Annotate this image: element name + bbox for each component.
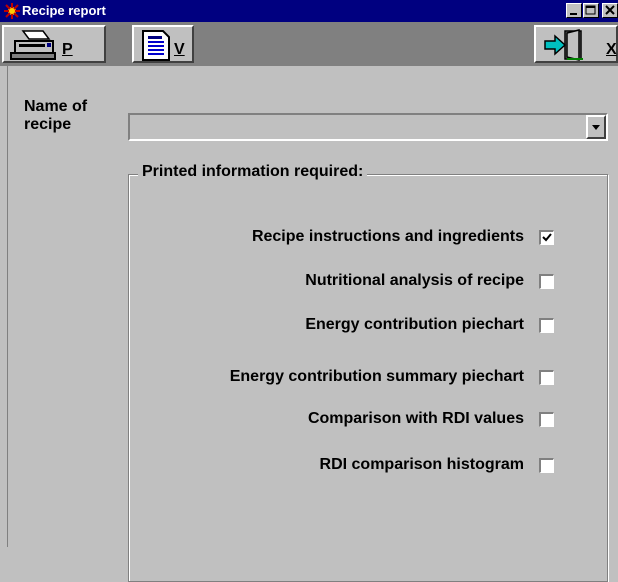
option-label: Comparison with RDI values bbox=[307, 410, 524, 427]
option-label: Recipe instructions and ingredients bbox=[251, 228, 524, 245]
option-rdi-comparison[interactable]: Comparison with RDI values bbox=[130, 409, 560, 431]
maximize-icon bbox=[585, 5, 596, 15]
title-bar[interactable]: Recipe report bbox=[0, 0, 618, 22]
option-rdi-histogram[interactable]: RDI comparison histogram bbox=[130, 455, 560, 477]
option-nutritional-analysis[interactable]: Nutritional analysis of recipe bbox=[130, 271, 560, 293]
option-energy-piechart[interactable]: Energy contribution piechart bbox=[130, 315, 560, 337]
exit-door-icon bbox=[544, 29, 583, 61]
printer-icon bbox=[10, 30, 56, 60]
view-hotkey: V bbox=[174, 41, 185, 58]
maximize-button[interactable] bbox=[583, 3, 599, 18]
close-icon bbox=[605, 5, 615, 15]
dropdown-button[interactable] bbox=[586, 115, 606, 139]
option-label: Nutritional analysis of recipe bbox=[305, 272, 524, 289]
form-area: Name of recipe Printed information requi… bbox=[0, 66, 618, 582]
checkbox[interactable] bbox=[539, 412, 554, 427]
checkbox[interactable] bbox=[539, 458, 554, 473]
view-button[interactable]: V bbox=[132, 25, 194, 63]
option-energy-summary-piechart[interactable]: Energy contribution summary piechart bbox=[130, 367, 560, 389]
print-button[interactable]: P bbox=[2, 25, 106, 63]
exit-hotkey: X bbox=[606, 41, 617, 58]
recipe-name-label-line2: recipe bbox=[24, 116, 72, 133]
recipe-report-window: Recipe report P V X Name of recipe Print… bbox=[0, 0, 618, 582]
checkbox[interactable] bbox=[539, 318, 554, 333]
option-label: Energy contribution piechart bbox=[305, 316, 524, 333]
window-title: Recipe report bbox=[22, 3, 106, 18]
check-icon bbox=[542, 233, 552, 242]
checkbox[interactable] bbox=[539, 370, 554, 385]
recipe-name-label: Name of recipe bbox=[24, 98, 87, 134]
checkbox[interactable] bbox=[539, 274, 554, 289]
checkbox[interactable] bbox=[539, 230, 554, 245]
chevron-down-icon bbox=[592, 125, 600, 130]
close-button[interactable] bbox=[602, 3, 618, 18]
option-recipe-instructions[interactable]: Recipe instructions and ingredients bbox=[130, 227, 560, 249]
recipe-name-label-line1: Name of bbox=[24, 98, 88, 115]
minimize-button[interactable] bbox=[566, 3, 582, 18]
print-hotkey: P bbox=[62, 41, 73, 58]
recipe-name-dropdown[interactable] bbox=[128, 113, 608, 141]
toolbar: P V X bbox=[0, 22, 618, 66]
option-label: Energy contribution summary piechart bbox=[229, 368, 524, 385]
document-view-icon bbox=[142, 30, 170, 61]
app-icon bbox=[4, 3, 20, 19]
minimize-icon bbox=[570, 13, 577, 15]
group-title: Printed information required: bbox=[138, 163, 368, 181]
option-label: RDI comparison histogram bbox=[319, 456, 524, 473]
left-border bbox=[0, 66, 8, 547]
exit-button[interactable]: X bbox=[534, 25, 618, 63]
